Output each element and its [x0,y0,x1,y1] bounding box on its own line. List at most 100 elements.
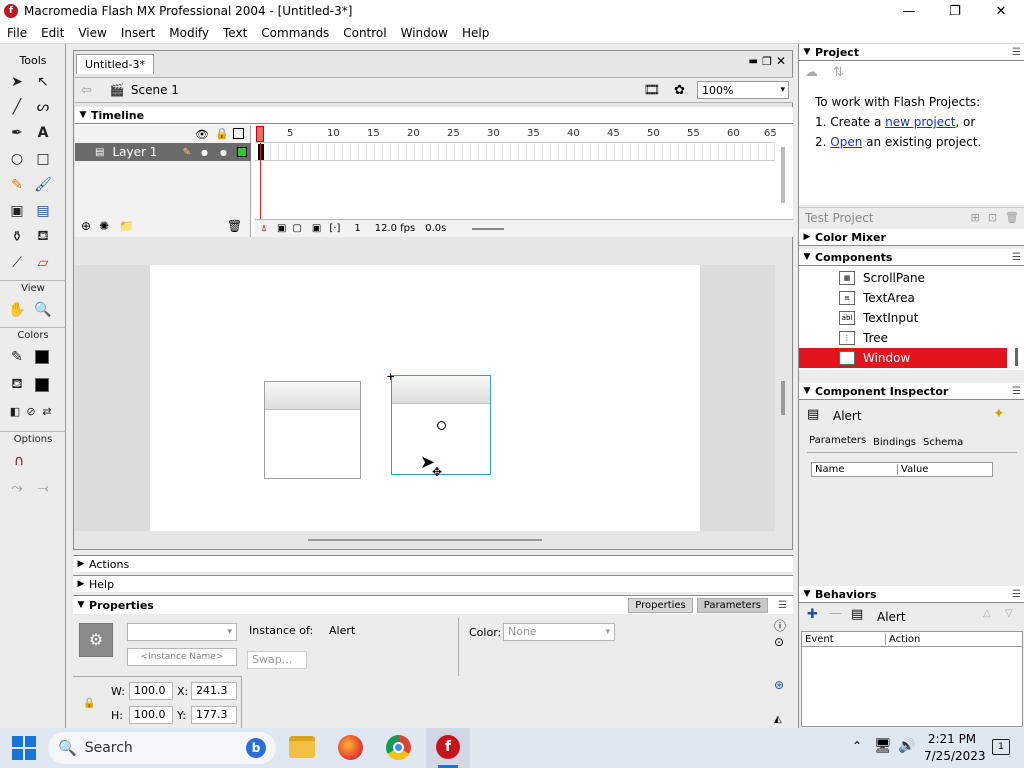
help-panel-header[interactable]: ▶ Help [73,575,793,592]
smooth-icon[interactable]: ⤳ [6,477,28,499]
instance-type-select[interactable]: ▾ [127,623,237,641]
taskbar-search-box[interactable]: 🔍 Search b [48,732,276,764]
menu-commands[interactable]: Commands [254,22,336,44]
chrome-icon[interactable] [386,735,411,760]
new-project-link[interactable]: new project [885,115,955,129]
lock-proportions-icon[interactable]: 🔒 [83,698,95,709]
menu-help[interactable]: Help [455,22,496,44]
add-motion-guide-icon[interactable]: ✺ [99,219,109,233]
menu-text[interactable]: Text [216,22,254,44]
layer-row[interactable]: ▤ Layer 1 ✎ ● ● [75,143,251,161]
instance-name-input[interactable]: <Instance Name> [127,648,237,666]
color-effect-select[interactable]: None ▾ [503,623,615,641]
height-input[interactable]: 100.0 [129,706,173,724]
project-cloud-icon[interactable]: ☁ [805,65,818,80]
text-tool-icon[interactable]: A [32,122,54,144]
layer-name[interactable]: Layer 1 [112,145,157,159]
inspector-tab-bindings[interactable]: Bindings [873,437,916,448]
swap-button[interactable]: Swap... [247,651,307,669]
pen-tool-icon[interactable]: ✒ [6,122,28,144]
eyedropper-tool-icon[interactable]: ⟋ [6,252,28,274]
behaviors-grid[interactable]: Event Action [801,631,1023,727]
help-circle-icon[interactable]: ⓘ [774,617,786,634]
live-preview-icon[interactable]: ✦ [993,406,1005,422]
paint-bucket-tool-icon[interactable]: ⛾ [32,226,54,248]
bing-icon[interactable]: b [246,738,266,758]
remove-behavior-icon[interactable]: — [829,606,842,621]
component-item-tree[interactable]: ⋮ Tree [839,328,888,348]
maximize-button[interactable]: ❐ [932,0,978,22]
menu-control[interactable]: Control [336,22,393,44]
edit-symbols-icon[interactable]: ✿ [674,83,685,98]
component-item-textinput[interactable]: abl TextInput [839,308,918,328]
project-sort-icon[interactable]: ⇅ [833,65,844,80]
menu-window[interactable]: Window [394,22,455,44]
brush-tool-icon[interactable]: 🖌 [32,174,54,196]
timeline-scrollbar[interactable] [781,147,785,203]
component-item-textarea[interactable]: ≡ TextArea [839,288,915,308]
network-icon[interactable]: 🖥 [874,738,892,754]
pencil-tool-icon[interactable]: ✎ [6,174,28,196]
add-file-icon[interactable]: ⊡ [988,211,997,224]
onion-outline-icon[interactable]: ▢ [292,223,301,234]
volume-icon[interactable]: 🔊 [898,738,915,754]
stage-vscroll[interactable] [781,381,785,415]
properties-header[interactable]: ▼ Properties Properties Parameters ☰ [73,596,793,614]
delete-layer-icon[interactable]: 🗑 [227,219,242,233]
zoom-dropdown-chevron-icon[interactable]: ▾ [780,85,785,95]
straighten-icon[interactable]: ⤙ [32,477,54,499]
lasso-tool-icon[interactable]: ᔕ [32,96,54,118]
properties-collapse-icon[interactable]: ▼ [73,600,89,610]
inspector-tab-parameters[interactable]: Parameters [809,435,866,446]
x-input[interactable]: 241.3 [191,682,237,700]
components-collapse-icon[interactable]: ▼ [799,252,815,262]
edit-in-place-icon[interactable]: ⊙ [774,635,784,649]
layer-frames[interactable] [255,143,775,161]
oval-tool-icon[interactable]: ○ [6,148,28,170]
color-mixer-header[interactable]: ▶ Color Mixer [799,229,1024,246]
properties-tab[interactable]: Properties [628,597,693,613]
behaviors-collapse-icon[interactable]: ▼ [799,589,815,599]
inspector-options-icon[interactable]: ☰ [1012,386,1021,397]
behaviors-options-icon[interactable]: ☰ [1012,589,1021,600]
add-behavior-icon[interactable]: ✚ [807,607,818,622]
inspector-tab-schema[interactable]: Schema [923,437,963,448]
inspector-collapse-icon[interactable]: ▼ [799,386,815,396]
line-tool-icon[interactable]: ╱ [6,96,28,118]
playhead[interactable] [256,126,264,142]
flash-taskbar-active[interactable]: f [426,728,470,768]
help-expand-icon[interactable]: ▶ [73,579,89,589]
notifications-icon[interactable]: 1 [992,739,1010,755]
menu-modify[interactable]: Modify [162,22,216,44]
doc-restore-icon[interactable]: ❐ [762,55,772,68]
snap-magnet-icon[interactable]: ∩ [8,450,30,472]
doc-close-icon[interactable]: ✕ [776,54,786,68]
zoom-tool-icon[interactable]: 🔍 [32,299,54,321]
insert-layer-folder-icon[interactable]: 📁 [119,219,134,233]
swap-colors-icon[interactable]: ⇄ [36,400,58,422]
lock-icon[interactable]: 🔒 [215,127,229,140]
components-options-icon[interactable]: ☰ [1012,252,1021,263]
minimize-button[interactable]: — [886,0,932,22]
menu-edit[interactable]: Edit [34,22,71,44]
component-item-window[interactable]: ▣ Window [839,348,910,368]
back-arrow-icon[interactable]: ⇦ [81,83,92,98]
eye-icon[interactable]: 👁 [195,128,209,141]
properties-options-icon[interactable]: ☰ [778,600,787,611]
clock[interactable]: 2:21 PM 7/25/2023 [924,731,986,765]
layer-outline-color[interactable] [237,147,247,157]
free-transform-tool-icon[interactable]: ▣ [6,200,28,222]
move-up-icon[interactable]: △ [983,608,991,619]
close-button[interactable]: ✕ [978,0,1024,22]
project-options-icon[interactable]: ☰ [1012,47,1021,58]
ink-bottle-tool-icon[interactable]: ⚱ [6,226,28,248]
hand-tool-icon[interactable]: ✋ [6,299,28,321]
actions-panel-header[interactable]: ▶ Actions [73,555,793,572]
timeline-hscroll[interactable] [472,227,505,230]
width-input[interactable]: 100.0 [129,682,173,700]
layer-visibility-dot[interactable]: ● [201,148,208,157]
behaviors-panel-header[interactable]: ▼ Behaviors ☰ [799,586,1024,603]
delete-item-icon[interactable]: 🗑 [1005,211,1019,224]
scene-label[interactable]: Scene 1 [131,83,179,97]
components-panel-header[interactable]: ▼ Components ☰ [799,249,1024,266]
